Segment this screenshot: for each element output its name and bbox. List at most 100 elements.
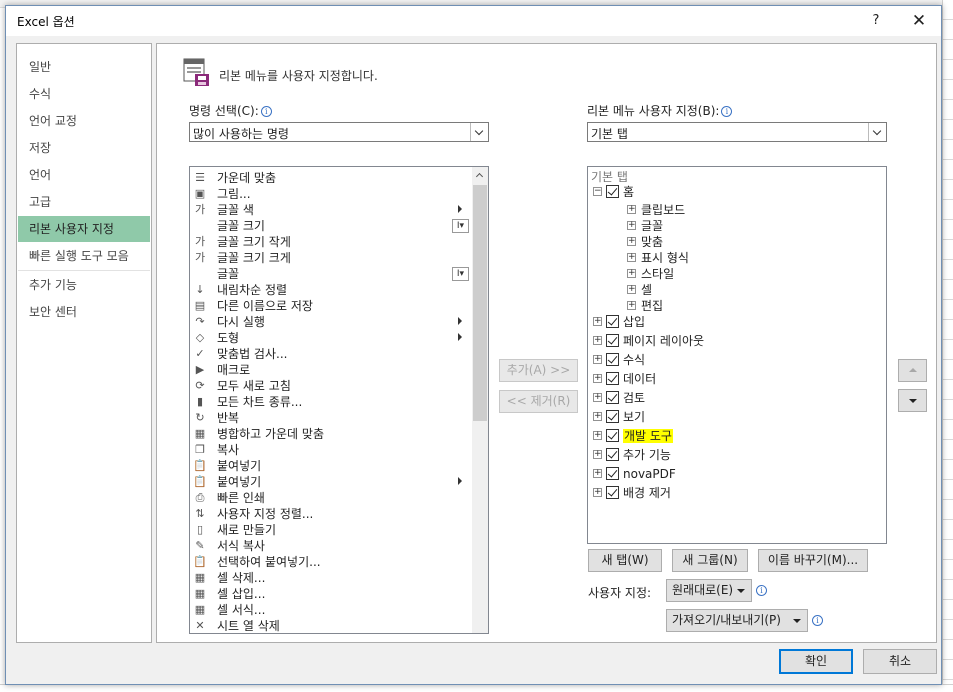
nav-item-7[interactable]: 빠른 실행 도구 모음 <box>18 243 150 269</box>
command-item[interactable]: ▦ 셀 서식... <box>190 602 472 618</box>
expand-icon[interactable]: + <box>593 374 602 383</box>
checkbox-icon[interactable] <box>606 185 619 198</box>
command-item[interactable]: 글꼴 크기 I▾ <box>190 218 472 234</box>
nav-item-3[interactable]: 저장 <box>18 135 150 161</box>
nav-item-6[interactable]: 리본 사용자 지정 <box>18 216 150 242</box>
checkbox-icon[interactable] <box>606 448 619 461</box>
expand-icon[interactable]: + <box>593 412 602 421</box>
expand-icon[interactable]: + <box>593 450 602 459</box>
command-item[interactable]: ▣ 그림... <box>190 186 472 202</box>
command-item[interactable]: 가 글꼴 크기 작게 <box>190 234 472 250</box>
expand-icon[interactable]: + <box>593 488 602 497</box>
move-up-button[interactable] <box>898 359 927 382</box>
tree-node-group[interactable]: + 글꼴 <box>627 218 884 234</box>
command-item[interactable]: ▤ 다른 이름으로 저장 <box>190 298 472 314</box>
command-item[interactable]: ✎ 서식 복사 <box>190 538 472 554</box>
checkbox-icon[interactable] <box>606 486 619 499</box>
tree-node-tab[interactable]: + 검토 <box>593 390 884 406</box>
command-item[interactable]: ↻ 반복 <box>190 410 472 426</box>
command-list[interactable]: ☰ 가운데 맞춤 ▣ 그림... 가 글꼴 색 글꼴 크기 I▾ 가 글꼴 크기 작게 가 글꼴 크기… <box>189 166 489 634</box>
collapse-icon[interactable]: − <box>593 187 602 196</box>
tree-node-tab[interactable]: + 보기 <box>593 409 884 425</box>
move-down-button[interactable] <box>898 389 927 412</box>
expand-icon[interactable]: + <box>593 393 602 402</box>
expand-icon[interactable]: + <box>627 221 636 230</box>
expand-icon[interactable]: + <box>627 301 636 310</box>
tree-node-tab[interactable]: + 수식 <box>593 352 884 368</box>
ribbon-tab-tree[interactable]: 기본 탭 − 홈 + 클립보드 + 글꼴 + 맞춤 + 표시 형식 + 스타일 + 셀 + 편집 + 삽입 + 페이지… <box>587 166 887 544</box>
tree-node-tab[interactable]: + novaPDF <box>593 466 884 482</box>
checkbox-icon[interactable] <box>606 410 619 423</box>
tree-node-group[interactable]: + 편집 <box>627 298 884 314</box>
ribbon-tab-select[interactable]: 기본 탭 <box>587 122 887 142</box>
tree-node-tab[interactable]: + 배경 제거 <box>593 485 884 501</box>
command-item[interactable]: 가 글꼴 크기 크게 <box>190 250 472 266</box>
command-item[interactable]: ☰ 가운데 맞춤 <box>190 170 472 186</box>
tree-node-group[interactable]: + 표시 형식 <box>627 250 884 266</box>
nav-item-4[interactable]: 언어 <box>18 162 150 188</box>
new-tab-button[interactable]: 새 탭(W) <box>588 549 662 572</box>
close-button[interactable]: ✕ <box>904 10 934 32</box>
command-item[interactable]: ▦ 셀 삭제... <box>190 570 472 586</box>
command-item[interactable]: ⎙ 빠른 인쇄 <box>190 490 472 506</box>
tree-node-home[interactable]: − 홈 <box>593 184 884 200</box>
scroll-up-icon[interactable] <box>472 167 488 183</box>
command-item[interactable]: 📋 선택하여 붙여넣기... <box>190 554 472 570</box>
expand-icon[interactable]: + <box>627 205 636 214</box>
expand-icon[interactable]: + <box>627 285 636 294</box>
command-item[interactable]: ◇ 도형 <box>190 330 472 346</box>
tree-node-group[interactable]: + 스타일 <box>627 266 884 282</box>
expand-icon[interactable]: + <box>593 355 602 364</box>
expand-icon[interactable]: + <box>593 336 602 345</box>
tree-node-tab[interactable]: + 삽입 <box>593 314 884 330</box>
command-list-scrollbar[interactable] <box>472 167 488 633</box>
ok-button[interactable]: 확인 <box>779 649 853 674</box>
import-export-button[interactable]: 가져오기/내보내기(P) <box>666 609 808 632</box>
command-item[interactable]: ✓ 맞춤법 검사... <box>190 346 472 362</box>
nav-item-2[interactable]: 언어 교정 <box>18 108 150 134</box>
command-item[interactable]: ❐ 복사 <box>190 442 472 458</box>
expand-icon[interactable]: + <box>593 431 602 440</box>
command-item[interactable]: ▮ 모든 차트 종류... <box>190 394 472 410</box>
nav-item-0[interactable]: 일반 <box>18 54 150 80</box>
command-item[interactable]: 📋 붙여넣기 <box>190 474 472 490</box>
reset-button[interactable]: 원래대로(E) <box>666 579 752 602</box>
help-button[interactable]: ? <box>864 10 888 32</box>
command-item[interactable]: ▦ 병합하고 가운데 맞춤 <box>190 426 472 442</box>
expand-icon[interactable]: + <box>627 237 636 246</box>
command-item[interactable]: 📋 붙여넣기 <box>190 458 472 474</box>
expand-icon[interactable]: + <box>627 269 636 278</box>
command-item[interactable]: ▦ 셀 삽입... <box>190 586 472 602</box>
rename-button[interactable]: 이름 바꾸기(M)... <box>758 549 868 572</box>
expand-icon[interactable]: + <box>593 317 602 326</box>
nav-item-8[interactable]: 추가 기능 <box>18 272 150 298</box>
command-item[interactable]: ✕ 시트 열 삭제 <box>190 618 472 633</box>
checkbox-icon[interactable] <box>606 372 619 385</box>
checkbox-icon[interactable] <box>606 467 619 480</box>
scrollbar-thumb[interactable] <box>473 185 487 421</box>
tree-node-tab[interactable]: + 개발 도구 <box>593 428 884 444</box>
tree-node-group[interactable]: + 셀 <box>627 282 884 298</box>
command-item[interactable]: ▯ 새로 만들기 <box>190 522 472 538</box>
checkbox-icon[interactable] <box>606 353 619 366</box>
command-choose-select[interactable]: 많이 사용하는 명령 <box>189 122 489 142</box>
tree-node-group[interactable]: + 맞춤 <box>627 234 884 250</box>
tree-node-group[interactable]: + 클립보드 <box>627 202 884 218</box>
checkbox-icon[interactable] <box>606 315 619 328</box>
checkbox-icon[interactable] <box>606 391 619 404</box>
add-button[interactable]: 추가(A) >> <box>499 359 578 382</box>
nav-item-5[interactable]: 고급 <box>18 189 150 215</box>
tree-node-tab[interactable]: + 페이지 레이아웃 <box>593 333 884 349</box>
remove-button[interactable]: << 제거(R) <box>499 390 578 413</box>
command-item[interactable]: ▶ 매크로 <box>190 362 472 378</box>
new-group-button[interactable]: 새 그룹(N) <box>672 549 748 572</box>
nav-item-1[interactable]: 수식 <box>18 81 150 107</box>
tree-node-tab[interactable]: + 추가 기능 <box>593 447 884 463</box>
expand-icon[interactable]: + <box>593 469 602 478</box>
expand-icon[interactable]: + <box>627 253 636 262</box>
command-item[interactable]: ↓ 내림차순 정렬 <box>190 282 472 298</box>
command-item[interactable]: 가 글꼴 색 <box>190 202 472 218</box>
command-item[interactable]: ⇅ 사용자 지정 정렬... <box>190 506 472 522</box>
nav-item-9[interactable]: 보안 센터 <box>18 299 150 325</box>
tree-node-tab[interactable]: + 데이터 <box>593 371 884 387</box>
